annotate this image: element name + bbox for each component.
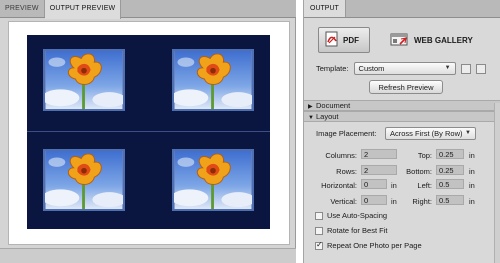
image-placement-select[interactable]: Across First (By Row) ▼ <box>385 127 476 140</box>
photo-thumbnail <box>43 49 125 111</box>
bottom-field[interactable]: 0.25 <box>436 165 464 175</box>
pdf-icon <box>325 31 339 49</box>
photo-thumbnail <box>172 49 254 111</box>
left-label: Left: <box>417 181 432 190</box>
rotate-best-fit-label: Rotate for Best Fit <box>327 226 388 235</box>
collapse-triangle-icon: ▼ <box>308 115 314 121</box>
columns-label: Columns: <box>325 151 357 160</box>
horizontal-label: Horizontal: <box>321 181 357 190</box>
refresh-preview-button[interactable]: Refresh Preview <box>369 80 443 94</box>
template-select[interactable]: Custom ▼ <box>353 62 456 75</box>
rotate-best-fit-checkbox[interactable] <box>315 226 323 235</box>
pdf-button-label: PDF <box>343 35 359 45</box>
tab-output[interactable]: OUTPUT <box>304 0 346 17</box>
document-section-header[interactable]: ▶ Document <box>304 100 500 111</box>
pdf-button[interactable]: PDF <box>318 27 370 53</box>
top-field[interactable]: 0.25 <box>436 149 464 159</box>
dropdown-arrow-icon: ▼ <box>444 65 451 71</box>
right-label: Right: <box>412 197 432 206</box>
right-unit: in <box>469 197 475 206</box>
vertical-label: Vertical: <box>330 197 357 206</box>
preview-scrollbar[interactable] <box>0 248 296 263</box>
image-placement-value: Across First (By Row) <box>390 129 463 138</box>
left-field[interactable]: 0.5 <box>436 179 464 189</box>
flower-photo-image <box>45 151 123 209</box>
output-tab-bar: OUTPUT <box>304 0 500 18</box>
preview-pane: PREVIEW OUTPUT PREVIEW <box>0 0 296 263</box>
right-field[interactable]: 0.5 <box>436 195 464 205</box>
bottom-unit: in <box>469 167 475 176</box>
tab-output-preview[interactable]: OUTPUT PREVIEW <box>44 0 122 19</box>
use-auto-spacing-checkbox[interactable] <box>315 211 323 220</box>
repeat-one-photo-option[interactable]: Repeat One Photo per Page <box>315 240 422 250</box>
rows-field[interactable]: 2 <box>361 165 397 175</box>
document-section-label: Document <box>316 101 351 110</box>
repeat-one-photo-checkbox[interactable] <box>315 240 323 250</box>
use-auto-spacing-label: Use Auto-Spacing <box>327 211 388 220</box>
template-label: Template: <box>316 64 349 73</box>
repeat-one-photo-label: Repeat One Photo per Page <box>327 241 422 250</box>
panel-scrollbar[interactable] <box>494 103 500 263</box>
tab-preview[interactable]: PREVIEW <box>0 0 45 17</box>
template-select-value: Custom <box>358 64 385 73</box>
horizontal-field[interactable]: 0 <box>361 179 387 189</box>
web-gallery-button[interactable]: WEB GALLERY <box>384 27 482 53</box>
left-unit: in <box>469 181 475 190</box>
save-template-icon[interactable] <box>460 63 471 74</box>
bottom-label: Bottom: <box>406 167 432 176</box>
layout-section-label: Layout <box>316 112 339 121</box>
preview-tab-bar: PREVIEW OUTPUT PREVIEW <box>0 0 296 19</box>
photo-thumbnail <box>43 149 125 211</box>
flower-photo-image <box>174 51 252 109</box>
rotate-best-fit-option[interactable]: Rotate for Best Fit <box>315 226 387 235</box>
contact-sheet <box>27 35 270 229</box>
columns-field[interactable]: 2 <box>361 149 397 159</box>
rows-label: Rows: <box>336 167 357 176</box>
image-placement-label: Image Placement: <box>316 129 377 138</box>
page-divider <box>27 131 270 132</box>
vertical-field[interactable]: 0 <box>361 195 387 205</box>
web-gallery-button-label: WEB GALLERY <box>414 35 473 45</box>
top-label: Top: <box>417 151 432 160</box>
layout-section-header[interactable]: ▼ Layout <box>304 111 500 122</box>
output-panel: OUTPUT PDF WEB GALLERY Template: Custom … <box>303 0 500 263</box>
use-auto-spacing-option[interactable]: Use Auto-Spacing <box>315 211 387 220</box>
output-format-buttons: PDF WEB GALLERY <box>318 27 482 53</box>
flower-photo-image <box>45 51 123 109</box>
top-unit: in <box>469 151 475 160</box>
flower-photo-image <box>174 151 252 209</box>
horizontal-unit: in <box>391 181 397 190</box>
page-preview <box>9 22 289 244</box>
dropdown-arrow-icon: ▼ <box>465 130 471 136</box>
photo-thumbnail <box>172 149 254 211</box>
web-gallery-icon <box>390 31 410 49</box>
delete-template-icon[interactable] <box>475 63 486 74</box>
vertical-unit: in <box>391 197 397 206</box>
template-row: Template: Custom ▼ <box>316 62 486 75</box>
